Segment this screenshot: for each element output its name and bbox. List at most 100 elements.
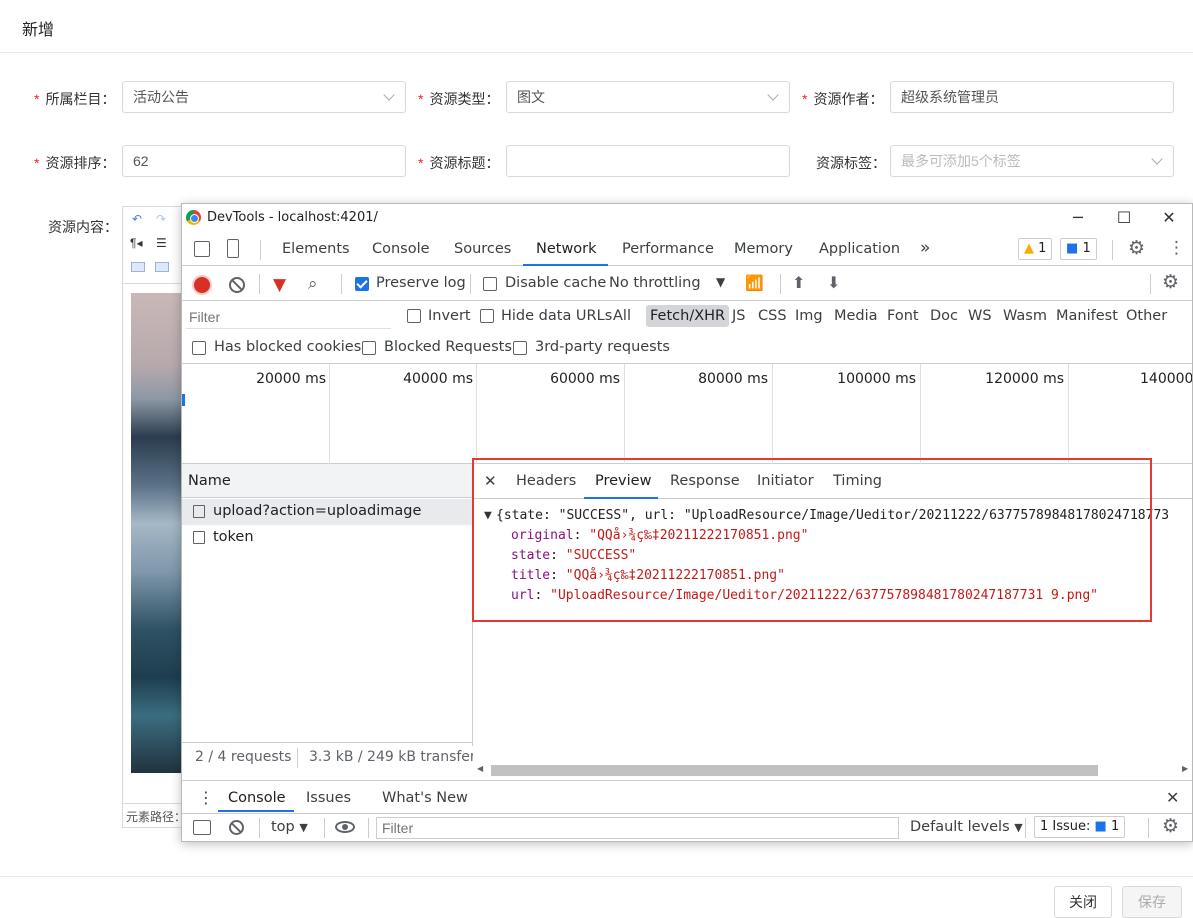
dropdown-arrow-icon: ▼ [1014, 821, 1023, 834]
request-name: token [213, 529, 254, 545]
tab-sources[interactable]: Sources [454, 241, 511, 257]
close-button[interactable]: 关闭 [1054, 886, 1112, 918]
tab-elements[interactable]: Elements [282, 241, 350, 257]
record-icon[interactable] [194, 277, 210, 293]
undo-icon[interactable]: ↶ [132, 212, 142, 226]
active-drawer-tab-indicator [218, 810, 294, 812]
disable-cache-checkbox[interactable] [483, 277, 497, 291]
clear-icon[interactable] [229, 277, 245, 293]
filter-type-js[interactable]: JS [732, 308, 745, 324]
tags-select[interactable]: 最多可添加5个标签 [890, 145, 1174, 177]
tab-memory[interactable]: Memory [734, 241, 793, 257]
dropdown-arrow-icon[interactable]: ▼ [716, 275, 725, 289]
filter-type-other[interactable]: Other [1126, 308, 1167, 324]
drawer-tab-whats-new[interactable]: What's New [382, 790, 468, 806]
request-name: upload?action=uploadimage [213, 503, 422, 519]
filter-type-wasm[interactable]: Wasm [1003, 308, 1047, 324]
chevron-down-icon [383, 89, 395, 101]
name-column-header[interactable]: Name [182, 464, 473, 498]
toolbar-separator [1025, 818, 1026, 838]
invert-checkbox[interactable] [407, 309, 421, 323]
table-icon[interactable] [155, 262, 169, 272]
tab-performance[interactable]: Performance [622, 241, 714, 257]
tab-application[interactable]: Application [819, 241, 900, 257]
devtools-titlebar[interactable]: DevTools - localhost:4201/ ─ ☐ ✕ [182, 204, 1192, 232]
request-row[interactable]: token [182, 525, 472, 551]
scroll-right-icon[interactable]: ▶ [1182, 764, 1188, 773]
filter-type-media[interactable]: Media [834, 308, 878, 324]
warnings-badge[interactable]: ▲ 1 [1018, 238, 1053, 260]
more-menu-icon[interactable]: ⋮ [1168, 238, 1185, 258]
filter-icon[interactable]: ▼ [273, 275, 286, 295]
redo-icon[interactable]: ↷ [156, 212, 166, 226]
author-input[interactable]: 超级系统管理员 [890, 81, 1174, 113]
title-label: * 资源标题： [418, 155, 500, 171]
network-toolbar: ▼ ⌕ Preserve log Disable cache No thrott… [182, 267, 1192, 301]
table-icon[interactable] [131, 262, 145, 272]
sort-input[interactable]: 62 [122, 145, 406, 177]
type-select[interactable]: 图文 [506, 81, 790, 113]
context-select[interactable]: top ▼ [271, 819, 308, 835]
network-settings-icon[interactable]: ⚙ [1162, 271, 1179, 293]
throttling-select[interactable]: No throttling [609, 275, 701, 291]
console-filter-input[interactable] [376, 817, 899, 839]
device-toolbar-icon[interactable] [227, 239, 239, 258]
close-drawer-icon[interactable]: ✕ [1166, 788, 1179, 807]
log-levels-select[interactable]: Default levels ▼ [910, 819, 1023, 835]
clear-console-icon[interactable] [229, 820, 244, 835]
settings-gear-icon[interactable]: ⚙ [1128, 237, 1145, 259]
filter-input[interactable] [186, 305, 391, 329]
filter-type-img[interactable]: Img [795, 308, 823, 324]
more-tabs-icon[interactable]: » [920, 238, 930, 258]
document-icon [193, 505, 205, 518]
filter-type-manifest[interactable]: Manifest [1056, 308, 1118, 324]
timeline-request-bar [182, 394, 185, 406]
console-settings-icon[interactable]: ⚙ [1162, 815, 1179, 837]
filter-type-all[interactable]: All [613, 308, 631, 324]
column-select[interactable]: 活动公告 [122, 81, 406, 113]
eye-icon[interactable] [335, 821, 355, 833]
inspect-element-icon[interactable] [194, 241, 210, 257]
has-blocked-cookies-checkbox[interactable] [192, 341, 206, 355]
filter-type-css[interactable]: CSS [758, 308, 787, 324]
console-toolbar: top ▼ Default levels ▼ 1 Issue: ■ 1 ⚙ [182, 813, 1192, 841]
request-row[interactable]: upload?action=uploadimage [182, 499, 472, 525]
drawer-tab-console[interactable]: Console [228, 790, 286, 806]
blocked-requests-checkbox[interactable] [362, 341, 376, 355]
paragraph-icon[interactable]: ¶◂ [130, 236, 142, 250]
timeline-overview[interactable]: 20000 ms 40000 ms 60000 ms 80000 ms 1000… [182, 364, 1192, 464]
sidebar-toggle-icon[interactable] [193, 820, 211, 835]
import-har-icon[interactable]: ⬆ [792, 273, 805, 292]
filter-type-doc[interactable]: Doc [930, 308, 958, 324]
network-conditions-icon[interactable]: 📶 [745, 274, 764, 292]
messages-badge[interactable]: ■ 1 [1060, 238, 1097, 260]
close-icon[interactable]: ✕ [1159, 208, 1179, 227]
save-button[interactable]: 保存 [1122, 886, 1182, 918]
message-icon: ■ [1094, 819, 1107, 834]
align-icon[interactable]: ☰ [156, 236, 167, 250]
filter-type-fetch-xhr[interactable]: Fetch/XHR [646, 305, 730, 327]
minimize-icon[interactable]: ─ [1068, 208, 1088, 227]
export-har-icon[interactable]: ⬇ [827, 273, 840, 292]
chevron-down-icon [1151, 153, 1163, 165]
tab-network[interactable]: Network [536, 241, 597, 257]
filter-type-font[interactable]: Font [887, 308, 919, 324]
title-input[interactable] [506, 145, 790, 177]
header-divider [0, 52, 1193, 53]
scroll-left-icon[interactable]: ◀ [477, 764, 483, 773]
hide-data-urls-checkbox[interactable] [480, 309, 494, 323]
transfer-size: 3.3 kB / 249 kB transferred [309, 749, 473, 765]
toolbar-separator [1150, 274, 1151, 294]
maximize-icon[interactable]: ☐ [1114, 208, 1134, 227]
window-title: DevTools - localhost:4201/ [207, 210, 378, 225]
search-icon[interactable]: ⌕ [308, 274, 318, 294]
preserve-log-checkbox[interactable] [355, 277, 369, 291]
third-party-checkbox[interactable] [513, 341, 527, 355]
horizontal-scrollbar-thumb[interactable] [491, 765, 1098, 776]
tab-console[interactable]: Console [372, 241, 430, 257]
toolbar-separator [324, 818, 325, 838]
drawer-menu-icon[interactable]: ⋮ [198, 788, 214, 807]
filter-type-ws[interactable]: WS [968, 308, 992, 324]
issues-badge[interactable]: 1 Issue: ■ 1 [1034, 816, 1126, 838]
drawer-tab-issues[interactable]: Issues [306, 790, 351, 806]
